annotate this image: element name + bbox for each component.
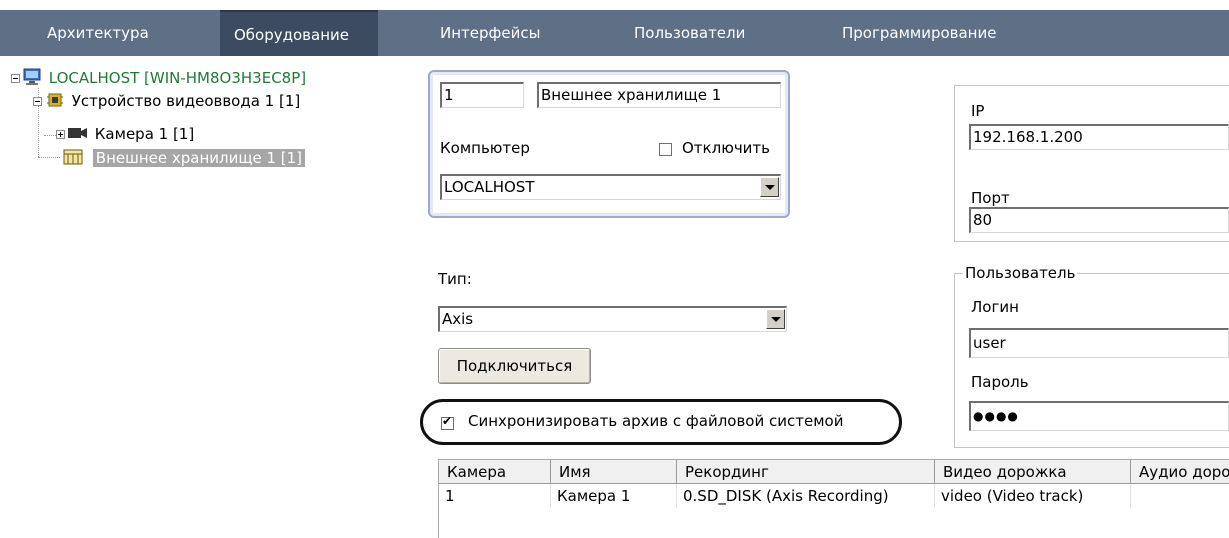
tree-item-label: Внешнее хранилище 1 [1] [92, 149, 306, 167]
password-label: Пароль [971, 373, 1029, 391]
type-select[interactable]: Axis [438, 306, 787, 332]
expand-toggle[interactable] [56, 130, 65, 139]
computer-icon [23, 68, 41, 85]
chevron-down-icon[interactable] [760, 177, 779, 197]
column-header-name[interactable]: Имя [551, 460, 677, 484]
highlight-oval [420, 399, 902, 445]
column-header-audio-track[interactable]: Аудио доро [1131, 460, 1229, 484]
column-header-video-track[interactable]: Видео дорожка [935, 460, 1131, 484]
type-select-value: Axis [442, 310, 474, 328]
tab-equipment[interactable]: Оборудование [220, 10, 378, 56]
table-cell: video (Video track) [935, 484, 1131, 508]
disable-label: Отключить [682, 139, 771, 157]
tab-users[interactable]: Пользователи [634, 10, 745, 56]
login-label: Логин [971, 298, 1019, 316]
tab-interfaces[interactable]: Интерфейсы [440, 10, 540, 56]
tree-connector [38, 157, 60, 158]
camera-icon [68, 128, 87, 138]
tree-item-external-storage[interactable]: Внешнее хранилище 1 [1] [62, 147, 306, 169]
collapse-toggle[interactable] [33, 97, 42, 106]
connect-button[interactable]: Подключиться [438, 348, 591, 384]
video-capture-board-icon [47, 93, 63, 107]
computer-label: Компьютер [440, 139, 530, 157]
computer-select[interactable]: LOCALHOST [440, 174, 781, 200]
hardware-tree: LOCALHOST [WIN-HM8O3H3EC8P] Устройство в… [0, 62, 410, 537]
column-header-recording[interactable]: Рекординг [677, 460, 935, 484]
tab-programming[interactable]: Программирование [842, 10, 996, 56]
device-settings-panel: 1 Внешнее хранилище 1 Компьютер Отключит… [414, 62, 1229, 538]
ip-field[interactable]: 192.168.1.200 [969, 124, 1229, 150]
table-cell: 0.SD_DISK (Axis Recording) [677, 484, 935, 508]
collapse-toggle[interactable] [11, 74, 20, 83]
table-cell: Камера 1 [551, 484, 677, 508]
user-group-title: Пользователь [963, 264, 1078, 282]
password-field[interactable]: ●●●● [969, 401, 1229, 431]
port-field[interactable]: 80 [969, 207, 1229, 233]
id-field[interactable]: 1 [440, 82, 524, 108]
tracks-table: Камера Имя Рекординг Видео дорожка Аудио… [438, 459, 1229, 538]
computer-select-value: LOCALHOST [444, 178, 535, 196]
column-header-camera[interactable]: Камера [439, 460, 551, 484]
chevron-down-icon[interactable] [766, 309, 785, 329]
login-field[interactable]: user [969, 328, 1229, 358]
tree-item-video-capture[interactable]: Устройство видеоввода 1 [1] [46, 90, 300, 112]
tree-item-localhost[interactable]: LOCALHOST [WIN-HM8O3H3EC8P] [22, 67, 306, 89]
storage-icon [63, 149, 83, 165]
tree-item-label: LOCALHOST [WIN-HM8O3H3EC8P] [48, 69, 307, 87]
port-label: Порт [971, 189, 1010, 207]
general-settings-box: 1 Внешнее хранилище 1 Компьютер Отключит… [428, 70, 790, 218]
tree-item-label: Камера 1 [1] [94, 125, 195, 143]
tree-item-label: Устройство видеоввода 1 [1] [71, 92, 301, 110]
disable-checkbox[interactable] [659, 143, 672, 156]
type-label: Тип: [438, 270, 472, 288]
name-field[interactable]: Внешнее хранилище 1 [537, 82, 781, 108]
tab-architecture[interactable]: Архитектура [47, 10, 149, 56]
table-cell: 1 [439, 484, 551, 508]
tree-item-camera[interactable]: Камера 1 [1] [67, 123, 194, 145]
table-cell [1131, 484, 1229, 508]
main-menu-bar: Архитектура Оборудование Интерфейсы Поль… [0, 10, 1229, 56]
ip-label: IP [971, 102, 985, 120]
